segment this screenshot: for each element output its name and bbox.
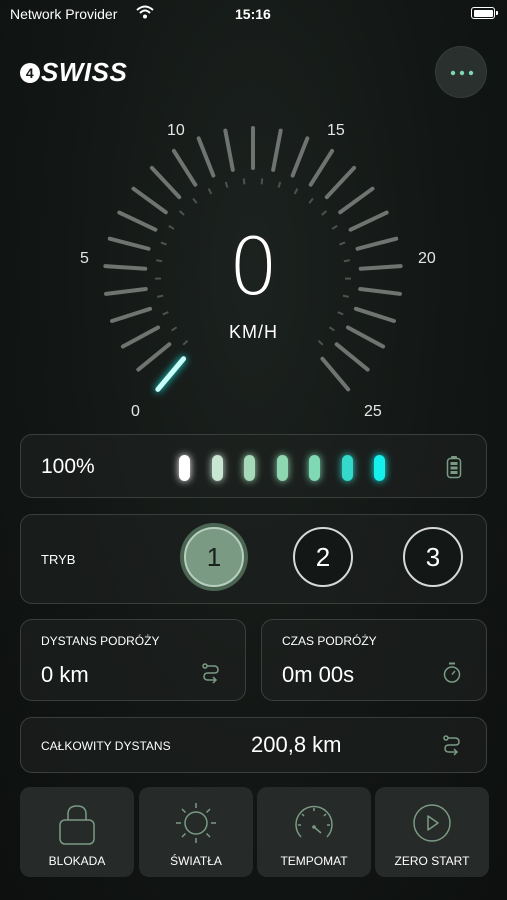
stopwatch-icon — [442, 662, 462, 689]
trip-time-label: CZAS PODRÓŻY — [282, 634, 377, 648]
gauge-tick — [131, 186, 168, 215]
status-time: 15:16 — [235, 6, 271, 22]
status-bar: Network Provider 15:16 — [0, 0, 507, 28]
gauge-minor-tick — [337, 311, 344, 316]
speedometer-icon — [294, 802, 334, 851]
gauge-tick — [110, 306, 153, 323]
gauge-tick — [308, 148, 335, 187]
mode-button-1[interactable]: 1 — [184, 527, 244, 587]
battery-segment — [374, 455, 385, 481]
gauge-tick — [149, 165, 182, 200]
battery-card: 100% — [20, 434, 487, 498]
scale-label-15: 15 — [327, 122, 345, 139]
trip-distance-label: DYSTANS PODRÓŻY — [41, 634, 160, 648]
sun-icon — [176, 802, 216, 851]
total-distance-label: CAŁKOWITY DYSTANS — [41, 739, 171, 753]
gauge-minor-tick — [162, 311, 169, 316]
app-logo: 4 SWISS — [20, 57, 127, 88]
battery-segment — [211, 455, 223, 481]
scale-label-20: 20 — [418, 250, 436, 267]
gauge-tick — [223, 128, 235, 172]
trip-distance-value: 0 km — [41, 662, 89, 687]
gauge-minor-tick — [192, 197, 198, 204]
battery-segment — [244, 455, 255, 481]
gauge-minor-tick — [308, 197, 314, 204]
gauge-tick — [353, 306, 396, 323]
gauge-tick — [290, 136, 310, 178]
lock-button[interactable]: BLOKADA — [20, 787, 134, 877]
speed-needle — [155, 356, 187, 392]
battery-segment — [309, 455, 320, 481]
mode-card: TRYB 1 2 3 — [20, 514, 487, 604]
trip-time-value: 0m 00s — [282, 662, 355, 687]
more-menu-button[interactable] — [435, 46, 487, 98]
scale-label-0: 0 — [131, 403, 140, 420]
gauge-tick — [136, 342, 172, 372]
gauge-minor-tick — [224, 181, 229, 188]
battery-segment — [341, 455, 353, 481]
lock-icon — [57, 802, 97, 851]
battery-segment — [276, 455, 288, 481]
gauge-minor-tick — [321, 210, 328, 216]
zero-start-button[interactable]: ZERO START — [375, 787, 489, 877]
cruise-control-button[interactable]: TEMPOMAT — [257, 787, 371, 877]
total-distance-card: CAŁKOWITY DYSTANS 200,8 km — [20, 717, 487, 773]
route-icon — [201, 662, 221, 689]
scale-label-10: 10 — [167, 122, 185, 139]
gauge-minor-tick — [260, 178, 264, 185]
battery-percent: 100% — [41, 455, 95, 478]
trip-time-card: CZAS PODRÓŻY 0m 00s — [261, 619, 487, 701]
gauge-tick — [338, 186, 375, 215]
scale-label-5: 5 — [80, 250, 89, 267]
battery-icon — [446, 455, 462, 484]
gauge-minor-tick — [178, 210, 185, 216]
speed-unit: KM/H — [229, 322, 278, 342]
gauge-tick — [271, 128, 283, 172]
route-icon — [442, 734, 462, 761]
lights-button-label: ŚWIATŁA — [170, 854, 222, 868]
gauge-tick — [334, 342, 370, 372]
gauge-tick — [320, 356, 351, 392]
gauge-minor-tick — [207, 188, 213, 195]
mode-label: TRYB — [41, 552, 76, 567]
total-distance-value: 200,8 km — [251, 732, 342, 757]
gauge-tick — [171, 148, 198, 187]
mode-button-3[interactable]: 3 — [403, 527, 463, 587]
speed-value: 0 — [228, 223, 279, 313]
lock-button-label: BLOKADA — [48, 854, 106, 868]
status-battery-icon — [471, 7, 498, 19]
gauge-tick — [324, 165, 357, 200]
ellipsis-icon — [450, 70, 474, 76]
cruise-control-label: TEMPOMAT — [280, 854, 348, 868]
gauge-minor-tick — [293, 188, 299, 195]
gauge-minor-tick — [277, 181, 282, 188]
gauge-minor-tick — [242, 178, 246, 185]
lights-button[interactable]: ŚWIATŁA — [139, 787, 253, 877]
mode-button-2[interactable]: 2 — [293, 527, 353, 587]
carrier-name: Network Provider — [10, 6, 118, 22]
trip-distance-card: DYSTANS PODRÓŻY 0 km — [20, 619, 246, 701]
wifi-icon — [136, 5, 154, 22]
zero-start-label: ZERO START — [394, 854, 470, 868]
scale-label-25: 25 — [364, 403, 382, 420]
play-icon — [412, 802, 452, 851]
gauge-tick — [196, 136, 216, 178]
battery-segment — [179, 455, 190, 481]
